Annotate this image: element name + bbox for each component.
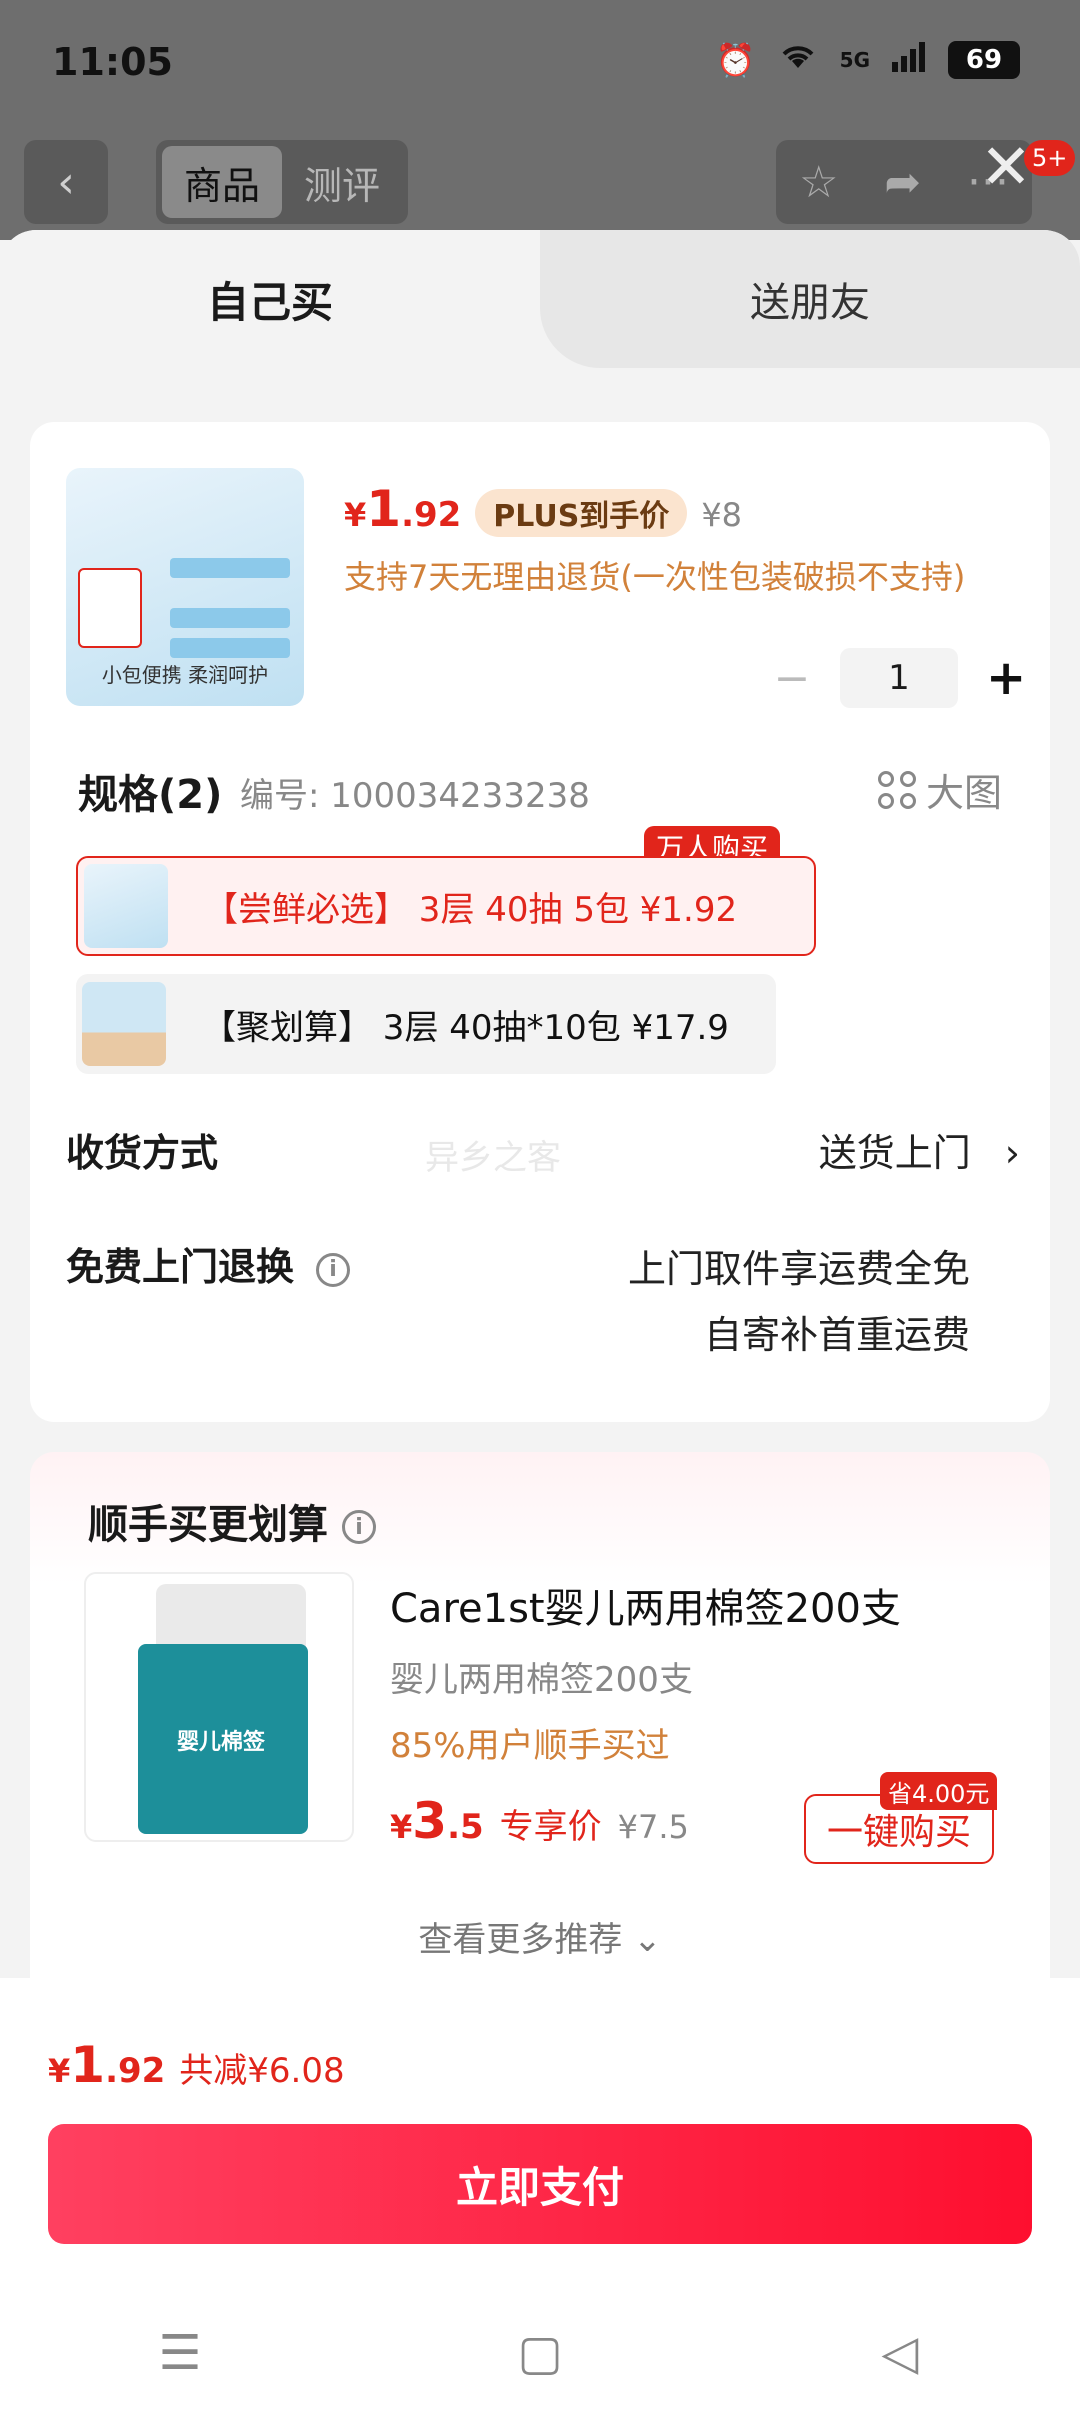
- spec-option-bulk[interactable]: 【聚划算】 3层 40抽*10包 ¥17.9: [76, 974, 776, 1074]
- spec-option-trial[interactable]: 【尝鲜必选】 3层 40抽 5包 ¥1.92: [76, 856, 816, 956]
- status-icons: ⏰ 5G 69: [716, 40, 1020, 80]
- watermark: 异乡之客: [425, 1138, 561, 1178]
- segment-review[interactable]: 测评: [282, 146, 402, 218]
- price-integer: 1: [70, 2036, 106, 2094]
- return-service-row: 免费上门退换 i: [66, 1236, 351, 1291]
- product-pack-graphic: [170, 608, 290, 628]
- system-navbar: ☰ ▢ ◁: [0, 2298, 1080, 2408]
- option-label: 【尝鲜必选】 3层 40抽 5包 ¥1.92: [204, 889, 738, 930]
- product-tag-graphic: [78, 568, 142, 648]
- see-more-recommend[interactable]: 查看更多推荐 ⌄: [30, 1912, 1050, 1961]
- recommend-price: ¥3.5: [390, 1792, 484, 1850]
- big-image-label: 大图: [925, 771, 1002, 815]
- product-card: 小包便携 柔润呵护 ¥1.92 PLUS到手价 ¥8 支持7天无理由退货(一次性…: [30, 422, 1050, 1422]
- option-thumbnail: [82, 982, 166, 1066]
- signal-icon: [892, 40, 926, 80]
- delivery-value[interactable]: 送货上门 ›: [819, 1122, 1020, 1177]
- recommend-bought-stat: 85%用户顺手买过: [390, 1726, 670, 1766]
- product-image[interactable]: 小包便携 柔润呵护: [66, 468, 304, 706]
- plus-price-tag: PLUS到手价: [475, 489, 688, 537]
- recommend-image-label: 婴儿棉签: [176, 1730, 265, 1755]
- star-icon[interactable]: ☆: [799, 157, 838, 208]
- network-label: 5G: [839, 48, 870, 72]
- total-price: ¥1.92: [48, 2036, 165, 2094]
- price-symbol: ¥: [48, 2052, 71, 2090]
- total-discount: 共减¥6.08: [179, 2051, 345, 2091]
- total-price-row: ¥1.92 共减¥6.08: [48, 2036, 345, 2094]
- info-icon[interactable]: i: [316, 1252, 351, 1287]
- return-service-value: 上门取件享运费全免 自寄补首重运费: [628, 1236, 970, 1368]
- home-icon[interactable]: ▢: [500, 2325, 580, 2381]
- grid-icon: [877, 770, 916, 809]
- recommend-subtitle: 婴儿两用棉签200支: [390, 1660, 693, 1700]
- back-triangle-icon[interactable]: ◁: [860, 2325, 940, 2381]
- quantity-value[interactable]: 1: [840, 648, 958, 708]
- recommend-card: 顺手买更划算 i 婴儿棉签 Care1st婴儿两用棉签200支 婴儿两用棉签200…: [30, 1452, 1050, 2052]
- recommend-name[interactable]: Care1st婴儿两用棉签200支: [390, 1576, 901, 1634]
- plus-icon[interactable]: +: [986, 650, 1026, 706]
- big-image-button[interactable]: 大图: [877, 762, 1002, 817]
- delivery-label: 收货方式: [66, 1131, 219, 1175]
- product-price: ¥1.92: [344, 480, 461, 538]
- alarm-icon: ⏰: [715, 41, 756, 79]
- product-image-caption: 小包便携 柔润呵护: [101, 663, 269, 687]
- recommend-price-row: ¥3.5 专享价 ¥7.5: [390, 1792, 689, 1850]
- status-time: 11:05: [52, 40, 173, 84]
- checkout-bar: ¥1.92 共减¥6.08 立即支付 ☰ ▢ ◁: [0, 1978, 1080, 2412]
- return-service-line1: 上门取件享运费全免: [627, 1247, 970, 1291]
- option-label: 【聚划算】 3层 40抽*10包 ¥17.9: [202, 1007, 729, 1048]
- battery-icon: 69: [948, 41, 1020, 79]
- price-row: ¥1.92 PLUS到手价 ¥8: [344, 480, 742, 538]
- purchase-sheet: 送朋友 自己买 小包便携 柔润呵护 ¥1.92 PLUS到手价 ¥8 支持7天无…: [0, 230, 1080, 2412]
- recommend-title: 顺手买更划算 i: [88, 1492, 376, 1550]
- price-decimal: .5: [447, 1807, 484, 1847]
- chevron-right-icon: ›: [1004, 1131, 1020, 1175]
- menu-icon[interactable]: ☰: [140, 2325, 220, 2381]
- pay-now-button[interactable]: 立即支付: [48, 2124, 1032, 2244]
- price-symbol: ¥: [344, 496, 367, 534]
- spec-code: 编号: 100034233238: [240, 776, 590, 816]
- tab-buy-self[interactable]: 自己买: [0, 230, 540, 368]
- recommend-original-price: ¥7.5: [617, 1808, 689, 1846]
- buy-tabs: 送朋友 自己买: [0, 230, 1080, 368]
- chevron-left-icon: ‹: [57, 156, 75, 208]
- option-thumbnail: [84, 864, 168, 948]
- product-pack-graphic: [170, 558, 290, 578]
- share-icon[interactable]: ➦: [884, 157, 921, 208]
- quantity-stepper: − 1 +: [772, 648, 1026, 708]
- return-service-line2: 自寄补首重运费: [703, 1313, 970, 1357]
- spec-title: 规格(2): [78, 772, 223, 818]
- segment-control: 商品 测评: [156, 140, 408, 224]
- price-integer: 3: [412, 1792, 448, 1850]
- segment-product[interactable]: 商品: [162, 146, 282, 218]
- wifi-icon: [778, 40, 818, 80]
- product-pack-graphic: [170, 638, 290, 658]
- price-decimal: .92: [401, 495, 462, 535]
- tab-send-friend[interactable]: 送朋友: [540, 230, 1080, 368]
- delivery-value-text: 送货上门: [818, 1131, 971, 1175]
- price-decimal: .92: [105, 2051, 166, 2091]
- recommend-image[interactable]: 婴儿棉签: [84, 1572, 354, 1842]
- recommend-title-text: 顺手买更划算: [88, 1502, 328, 1548]
- back-button[interactable]: ‹: [24, 140, 108, 224]
- info-icon[interactable]: i: [342, 1510, 376, 1544]
- return-policy: 支持7天无理由退货(一次性包装破损不支持): [344, 558, 966, 596]
- close-icon[interactable]: ✕: [976, 130, 1036, 203]
- price-symbol: ¥: [390, 1808, 413, 1846]
- save-badge: 省4.00元: [880, 1772, 998, 1810]
- original-price: ¥8: [701, 496, 743, 534]
- price-integer: 1: [366, 480, 402, 538]
- minus-icon[interactable]: −: [772, 653, 812, 704]
- return-service-label: 免费上门退换: [66, 1245, 295, 1289]
- exclusive-label: 专享价: [499, 1807, 602, 1847]
